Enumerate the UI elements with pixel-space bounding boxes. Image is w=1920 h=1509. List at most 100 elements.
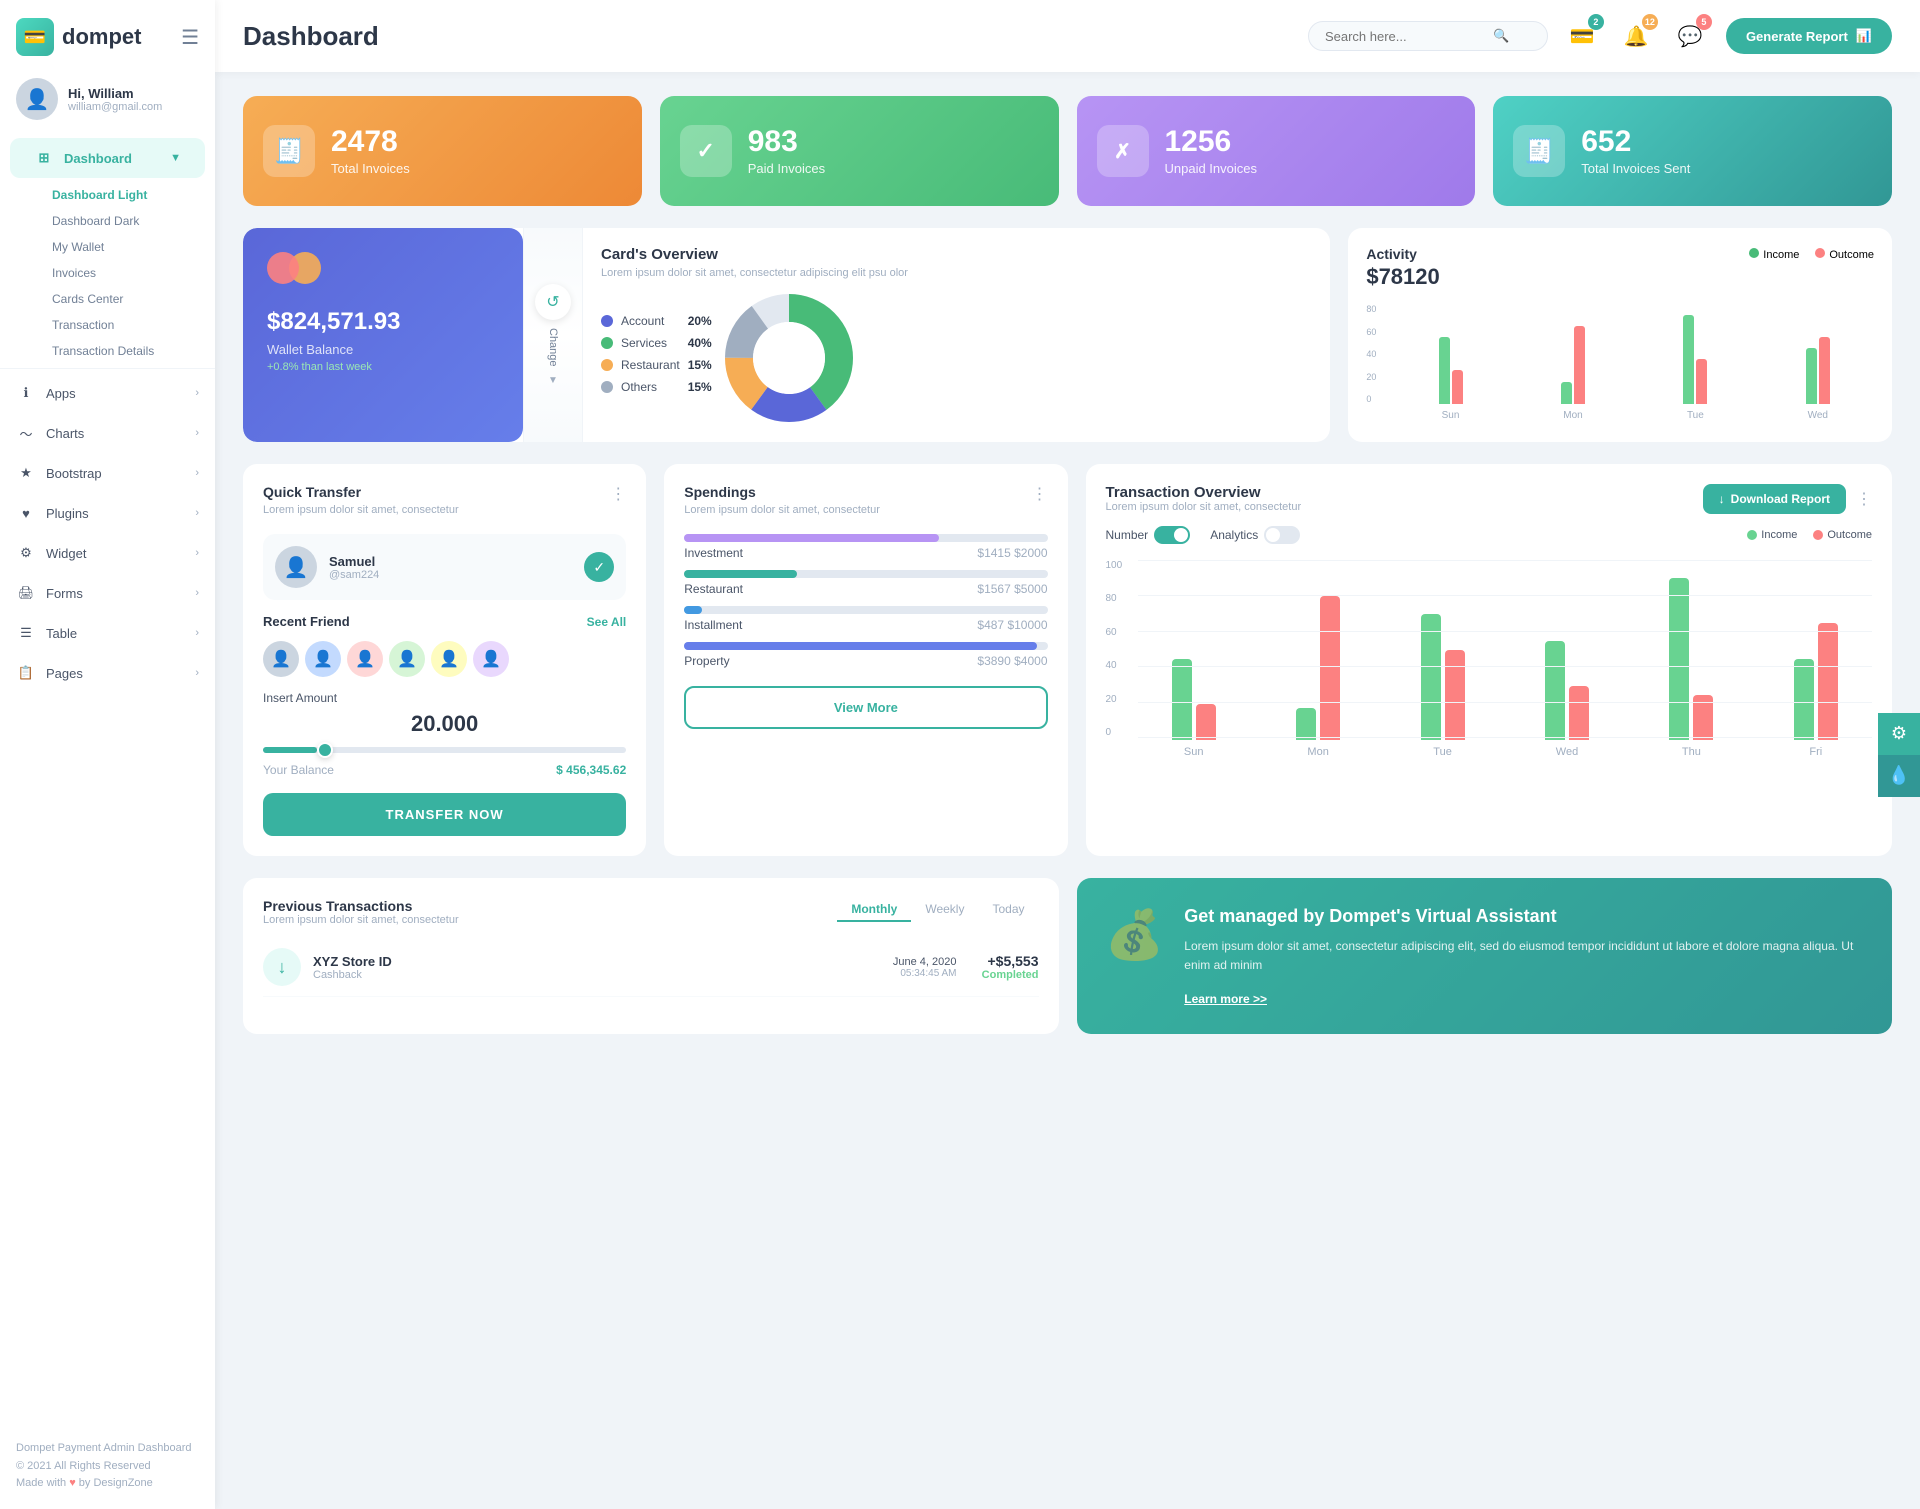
quick-transfer-sub: Lorem ipsum dolor sit amet, consectetur [263,504,459,516]
hamburger-icon[interactable]: ☰ [181,25,199,50]
trans-status: Completed [969,969,1039,981]
submenu-item-cards[interactable]: Cards Center [36,286,215,312]
submenu-item-transaction-details[interactable]: Transaction Details [36,338,215,364]
spendings-menu[interactable]: ⋮ [1032,484,1048,504]
toggle-number[interactable] [1154,526,1190,544]
trans-name: XYZ Store ID [313,954,392,969]
user-info: Hi, William william@gmail.com [68,86,162,113]
sidebar-item-apps[interactable]: ℹ Apps › [0,373,215,413]
big-bar-group-wed [1511,641,1623,740]
amount-slider[interactable] [263,747,626,753]
avatar: 👤 [16,78,58,120]
chevron-right-icon6: › [195,587,199,599]
forms-icon: 🖨 [16,583,36,603]
submenu-item-transaction[interactable]: Transaction [36,312,215,338]
friend-4: 👤 [389,641,425,677]
big-bar-thu-g [1669,578,1689,740]
submenu-item-invoices[interactable]: Invoices [36,260,215,286]
chevron-right-icon7: › [195,627,199,639]
big-bar-mon-r [1320,596,1340,740]
to-menu[interactable]: ⋮ [1856,489,1872,509]
settings-button[interactable]: ⚙ [1878,713,1920,755]
widget-icon: ⚙ [16,543,36,563]
big-bar-wed-g [1545,641,1565,740]
search-input[interactable] [1325,29,1485,44]
sidebar-item-widget[interactable]: ⚙ Widget › [0,533,215,573]
big-bar-thu-r [1693,695,1713,740]
va-content: Get managed by Dompet's Virtual Assistan… [1184,906,1864,1006]
amount-display: 20.000 [263,711,626,737]
generate-report-button[interactable]: Generate Report 📊 [1726,18,1892,54]
chevron-down-icon2: ▼ [548,375,558,386]
content-area: 🧾 2478 Total Invoices ✓ 983 Paid Invoice… [215,72,1920,1509]
submenu-item-light[interactable]: Dashboard Light [36,182,215,208]
message-icon-btn[interactable]: 💬 5 [1672,18,1708,54]
check-icon: ✓ [584,552,614,582]
bar-group-wed [1762,314,1874,404]
submenu-item-wallet[interactable]: My Wallet [36,234,215,260]
tab-weekly[interactable]: Weekly [911,898,978,922]
wallet-label: Wallet Balance [267,342,499,357]
notification-icon-btn[interactable]: 🔔 12 [1618,18,1654,54]
view-more-button[interactable]: View More [684,686,1047,729]
change-button[interactable]: ↺ Change ▼ [523,228,583,442]
sidebar-item-charts[interactable]: 〜 Charts › [0,413,215,453]
big-y-axis: 100806040200 [1106,560,1123,738]
x-label-mon: Mon [1517,410,1629,421]
stat-label-sent: Total Invoices Sent [1581,161,1690,176]
big-x-fri: Fri [1760,746,1872,758]
msg-badge: 5 [1696,14,1712,30]
investment-vals: $1415 $2000 [977,546,1047,560]
stat-label-unpaid: Unpaid Invoices [1165,161,1258,176]
account-dot [601,315,613,327]
sidebar-item-dashboard[interactable]: ⊞ Dashboard ▼ [18,138,197,178]
sidebar-item-pages[interactable]: 📋 Pages › [0,653,215,693]
big-bar-tue-r [1445,650,1465,740]
co-row-restaurant: Restaurant 15% [601,358,712,372]
account-name: Account [621,314,680,328]
big-bar-group-fri [1760,623,1872,740]
sidebar-charts-label: Charts [46,426,84,441]
activity-amount: $78120 [1366,264,1874,290]
spending-property: Property $3890 $4000 [684,642,1047,668]
submenu-item-dark[interactable]: Dashboard Dark [36,208,215,234]
sidebar-item-table[interactable]: ☰ Table › [0,613,215,653]
download-report-button[interactable]: ↓ Download Report [1703,484,1846,514]
trans-time: 05:34:45 AM [893,968,957,979]
legend-income: Income [1747,529,1797,541]
virtual-assistant-card: 💰 Get managed by Dompet's Virtual Assist… [1077,878,1893,1034]
tab-monthly[interactable]: Monthly [837,898,911,922]
spendings-title: Spendings [684,484,880,500]
trans-amount: +$5,553 [969,953,1039,969]
chevron-down-icon: ▼ [170,152,181,164]
see-all-link[interactable]: See All [587,615,627,629]
restaurant-vals: $1567 $5000 [977,582,1047,596]
tab-today[interactable]: Today [978,898,1038,922]
big-x-mon: Mon [1262,746,1374,758]
big-bar-fri-r [1818,623,1838,740]
sidebar-item-bootstrap[interactable]: ★ Bootstrap › [0,453,215,493]
sidebar-item-forms[interactable]: 🖨 Forms › [0,573,215,613]
search-icon[interactable]: 🔍 [1493,28,1509,44]
sidebar: 💳 dompet ☰ 👤 Hi, William william@gmail.c… [0,0,215,1509]
spendings-sub: Lorem ipsum dolor sit amet, consectetur [684,504,880,516]
main-content: Dashboard 🔍 💳 2 🔔 12 💬 5 Generate Report… [215,0,1920,1509]
toggle-number-label: Number [1106,526,1191,544]
bar-mon-red [1574,326,1585,404]
wallet-icon-btn[interactable]: 💳 2 [1564,18,1600,54]
sidebar-item-plugins[interactable]: ♥ Plugins › [0,493,215,533]
toggle-analytics-label: Analytics [1210,526,1300,544]
sidebar-forms-label: Forms [46,586,83,601]
toggle-knob2 [1266,528,1280,542]
big-bar-group-tue [1386,614,1498,740]
quick-transfer-menu[interactable]: ⋮ [610,484,626,504]
income-circle [1747,530,1757,540]
transfer-now-button[interactable]: TRANSFER NOW [263,793,626,836]
va-learn-more[interactable]: Learn more >> [1184,992,1267,1006]
toggle-analytics[interactable] [1264,526,1300,544]
spending-row-property: Property $3890 $4000 [684,654,1047,668]
to-header: Transaction Overview Lorem ipsum dolor s… [1106,484,1873,514]
pages-icon: 📋 [16,663,36,683]
theme-button[interactable]: 💧 [1878,755,1920,797]
footer-company: Dompet Payment Admin Dashboard [16,1440,199,1458]
